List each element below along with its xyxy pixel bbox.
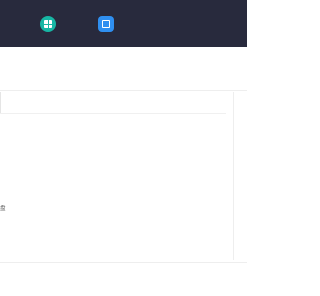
divider: [0, 262, 247, 263]
nav-item-system[interactable]: [34, 0, 64, 47]
notice-banner: [0, 56, 247, 84]
disk-icon: [98, 16, 114, 32]
panel-header-edge: [0, 92, 1, 113]
top-nav-bar: [0, 0, 247, 47]
right-side-column: [240, 92, 247, 202]
divider: [0, 90, 247, 91]
windows-icon: [40, 16, 56, 32]
nav-item-truncated[interactable]: [0, 0, 10, 47]
panel-header-rule: [0, 113, 226, 114]
nav-item-disk[interactable]: [92, 0, 122, 47]
content-panel: 盘: [0, 92, 234, 260]
panel-edge-text: 盘: [0, 206, 6, 212]
